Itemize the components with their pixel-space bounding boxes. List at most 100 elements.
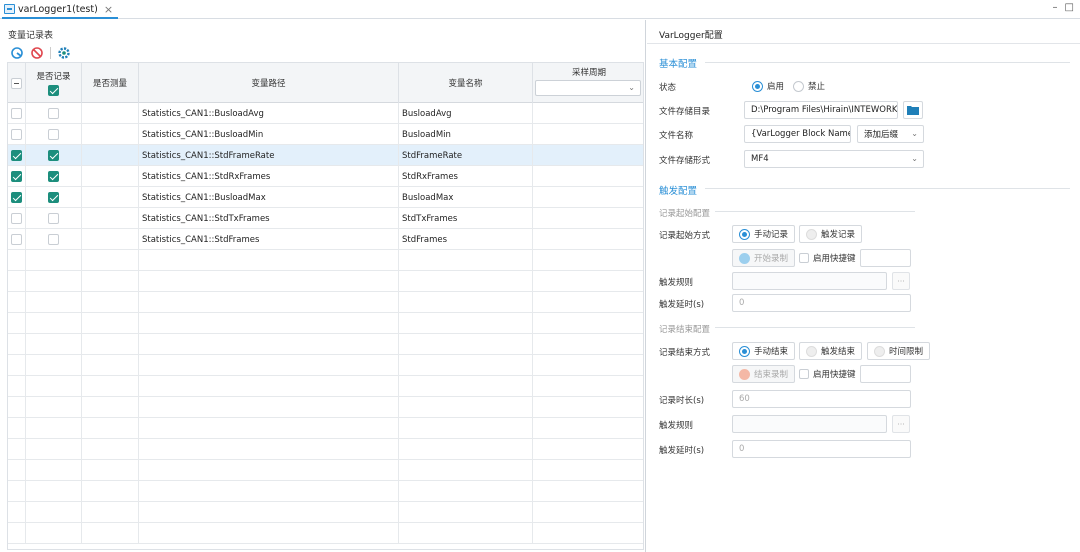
table-row[interactable]: Statistics_CAN1::StdTxFrames StdTxFrames <box>8 208 643 229</box>
cell-period <box>533 523 643 544</box>
row-record-checkbox[interactable] <box>48 108 59 119</box>
rule-browse-button[interactable]: ··· <box>892 272 910 290</box>
radio-unchecked-icon <box>806 228 817 240</box>
cell-period <box>533 334 643 355</box>
duration-input[interactable]: 60 <box>732 390 911 408</box>
format-dropdown[interactable]: MF4 ⌄ <box>744 150 924 168</box>
delay2-input[interactable]: 0 <box>732 440 911 458</box>
dir-label: 文件存储目录 <box>659 107 711 117</box>
cell-measure-flag <box>82 355 139 376</box>
chevron-down-icon: ⌄ <box>628 83 635 92</box>
table-row[interactable]: Statistics_CAN1::BusloadMax BusloadMax <box>8 187 643 208</box>
divider <box>705 188 1070 189</box>
cell-period <box>533 460 643 481</box>
tab-varlogger[interactable]: varLogger1(test) × <box>2 1 119 19</box>
suffix-dropdown[interactable]: 添加后缀 ⌄ <box>857 125 924 143</box>
table-row[interactable]: Statistics_CAN1::BusloadMin BusloadMin <box>8 124 643 145</box>
cell-measure-flag <box>82 124 139 145</box>
table-row <box>8 376 643 397</box>
cell-measure <box>8 313 26 334</box>
table-row <box>8 355 643 376</box>
row-record-checkbox[interactable] <box>48 213 59 224</box>
rule2-browse-button[interactable]: ··· <box>892 415 910 433</box>
table-row[interactable]: Statistics_CAN1::StdFrameRate StdFrameRat… <box>8 145 643 166</box>
table-row[interactable]: Statistics_CAN1::StdRxFrames StdRxFrames <box>8 166 643 187</box>
rule2-input[interactable] <box>732 415 887 433</box>
header-path-label: 变量路径 <box>251 79 286 89</box>
start-trigger-radio[interactable]: 触发记录 <box>799 225 863 243</box>
start-hotkey-checkbox[interactable]: 启用快捷键 <box>799 252 856 264</box>
stop-icon[interactable] <box>30 46 44 60</box>
section-trigger: 触发配置 <box>659 186 698 197</box>
row-select-checkbox[interactable] <box>11 150 22 161</box>
period-dropdown[interactable]: ⌄ <box>535 80 641 96</box>
end-time-radio[interactable]: 时间限制 <box>867 342 931 360</box>
cell-name <box>399 481 533 502</box>
cell-name <box>399 355 533 376</box>
cell-measure-flag <box>82 397 139 418</box>
cell-record <box>26 460 82 481</box>
status-enable-radio[interactable]: 启用 <box>752 80 784 92</box>
dir-input[interactable]: D:\Program Files\Hirain\INTEWORK\V <box>744 101 898 119</box>
cell-name: BusloadAvg <box>399 103 533 124</box>
row-record-checkbox[interactable] <box>48 129 59 140</box>
toolbar-separator <box>50 47 51 59</box>
table-row[interactable]: Statistics_CAN1::BusloadAvg BusloadAvg <box>8 103 643 124</box>
row-select-checkbox[interactable] <box>11 108 22 119</box>
end-manual-radio[interactable]: 手动结束 <box>732 342 796 360</box>
start-hotkey-input[interactable] <box>860 249 911 267</box>
cell-measure-flag <box>82 229 139 250</box>
cell-record <box>26 292 82 313</box>
cell-path <box>139 292 399 313</box>
format-value: MF4 <box>751 154 769 164</box>
start-record-button[interactable]: 开始录制 <box>732 249 796 267</box>
record-all-checkbox[interactable] <box>48 85 59 96</box>
filename-input[interactable]: {VarLogger Block Name}_ <box>744 125 851 143</box>
minimize-icon[interactable]: – <box>1053 2 1058 13</box>
cell-measure <box>8 229 26 250</box>
row-record-checkbox[interactable] <box>48 192 59 203</box>
row-select-checkbox[interactable] <box>11 192 22 203</box>
refresh-icon[interactable] <box>10 46 24 60</box>
delay-input[interactable]: 0 <box>732 294 911 312</box>
header-select-all[interactable] <box>8 63 26 103</box>
row-select-checkbox[interactable] <box>11 129 22 140</box>
cell-path: Statistics_CAN1::BusloadAvg <box>139 103 399 124</box>
row-record-checkbox[interactable] <box>48 150 59 161</box>
variable-name: StdRxFrames <box>402 171 458 182</box>
table-row <box>8 313 643 334</box>
cell-name: BusloadMin <box>399 124 533 145</box>
end-hotkey-checkbox[interactable]: 启用快捷键 <box>799 368 856 380</box>
browse-folder-button[interactable] <box>903 101 923 119</box>
cell-record <box>26 145 82 166</box>
row-record-checkbox[interactable] <box>48 171 59 182</box>
cell-record <box>26 208 82 229</box>
cell-record <box>26 229 82 250</box>
maximize-icon[interactable]: □ <box>1065 2 1074 13</box>
row-select-checkbox[interactable] <box>11 234 22 245</box>
row-record-checkbox[interactable] <box>48 234 59 245</box>
variable-name: BusloadMin <box>402 129 451 140</box>
tab-close-icon[interactable]: × <box>104 3 113 16</box>
header-measure: 是否测量 <box>82 63 139 103</box>
end-hotkey-input[interactable] <box>860 365 911 383</box>
end-record-button[interactable]: 结束录制 <box>732 365 796 383</box>
row-select-checkbox[interactable] <box>11 171 22 182</box>
cell-period <box>533 103 643 124</box>
table-header: 是否记录 是否测量 变量路径 变量名称 采样周期 ⌄ <box>8 63 643 103</box>
radio-unchecked-icon <box>874 345 885 357</box>
cell-path <box>139 418 399 439</box>
start-manual-radio[interactable]: 手动记录 <box>732 225 796 243</box>
settings-gear-icon[interactable] <box>57 46 71 60</box>
rule-input[interactable] <box>732 272 887 290</box>
status-disable-radio[interactable]: 禁止 <box>793 80 825 92</box>
cell-path: Statistics_CAN1::StdTxFrames <box>139 208 399 229</box>
end-trigger-radio[interactable]: 触发结束 <box>799 342 863 360</box>
row-select-checkbox[interactable] <box>11 213 22 224</box>
select-all-checkbox[interactable] <box>11 77 22 89</box>
table-row[interactable]: Statistics_CAN1::StdFrames StdFrames <box>8 229 643 250</box>
suffix-label: 添加后缀 <box>864 130 899 140</box>
cell-record <box>26 271 82 292</box>
delay2-label: 触发延时(s) <box>659 446 705 456</box>
cell-name: StdTxFrames <box>399 208 533 229</box>
